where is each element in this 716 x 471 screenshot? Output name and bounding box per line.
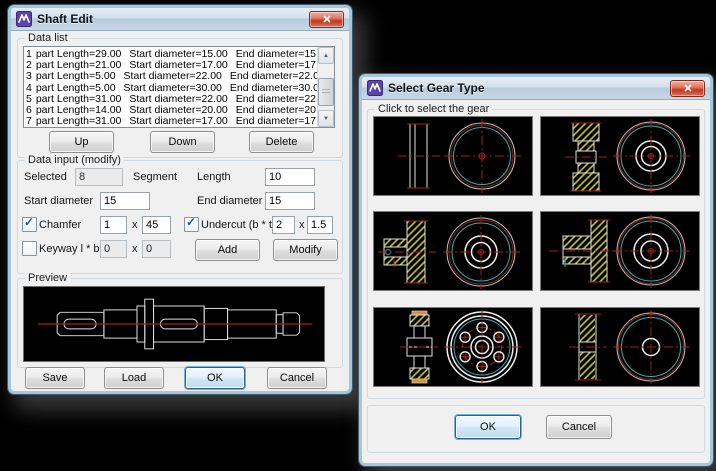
end-diameter-label: End diameter <box>197 195 262 207</box>
keyway-checkbox[interactable] <box>22 241 37 256</box>
shaft-edit-titlebar[interactable]: Shaft Edit <box>11 8 349 31</box>
keyway-value1-field[interactable] <box>100 240 127 258</box>
gear-option-2[interactable] <box>540 116 700 196</box>
plain-gear-with-bore-image <box>541 308 699 386</box>
close-icon[interactable] <box>670 80 705 97</box>
up-button[interactable]: Up <box>49 131 114 153</box>
undercut-label: Undercut (b * t) <box>201 219 276 231</box>
add-button[interactable]: Add <box>195 239 260 261</box>
undercut-value1-field[interactable] <box>272 216 295 234</box>
keyway-value2-field[interactable] <box>142 240 171 258</box>
cancel-button[interactable]: Cancel <box>267 367 327 389</box>
preview-group-label: Preview <box>25 272 70 284</box>
spur-gear-plain-image <box>374 117 532 195</box>
close-icon[interactable] <box>309 11 344 28</box>
scroll-down-icon[interactable]: ▼ <box>318 110 334 127</box>
spur-gear-with-hub-image <box>541 117 699 195</box>
segment-label: Segment <box>133 171 177 183</box>
chamfer-label: Chamfer <box>39 219 81 231</box>
length-label: Length <box>197 171 231 183</box>
gear-option-3[interactable] <box>373 211 533 291</box>
app-icon <box>367 80 383 96</box>
chamfer-value1-field[interactable] <box>100 216 127 234</box>
scroll-up-icon[interactable]: ▲ <box>318 47 334 64</box>
gear-with-bolt-holes-image <box>374 308 532 386</box>
window-title: Shaft Edit <box>37 12 304 26</box>
down-button[interactable]: Down <box>150 131 215 153</box>
ok-button[interactable]: OK <box>185 367 245 389</box>
data-list[interactable]: 1part Length=29.00Start diameter=15.00En… <box>23 46 335 128</box>
scrollbar-thumb[interactable] <box>318 78 334 106</box>
save-button[interactable]: Save <box>25 367 85 389</box>
start-diameter-field[interactable] <box>100 192 150 210</box>
gear-option-5[interactable] <box>373 307 533 387</box>
load-button[interactable]: Load <box>104 367 164 389</box>
data-list-scrollbar[interactable]: ▲ ▼ <box>317 47 334 127</box>
gear-option-4[interactable] <box>540 211 700 291</box>
scrollbar-track[interactable] <box>318 64 334 110</box>
keyway-label: Keyway l * b <box>39 243 100 255</box>
window-title: Select Gear Type <box>388 81 665 95</box>
gear-footer-panel <box>367 405 705 453</box>
gear-select-hint: Click to select the gear <box>375 103 492 115</box>
ok-button[interactable]: OK <box>455 415 521 439</box>
undercut-times-label: x <box>299 219 305 231</box>
undercut-checkbox[interactable] <box>184 217 199 232</box>
undercut-value2-field[interactable] <box>307 216 333 234</box>
start-diameter-label: Start diameter <box>24 195 93 207</box>
data-list-row[interactable]: 7part Length=31.00Start diameter=17.00En… <box>26 116 317 127</box>
modify-button[interactable]: Modify <box>273 239 338 261</box>
desktop-background: Shaft Edit Data list 1part Length=29.00S… <box>0 0 716 471</box>
data-list-group-label: Data list <box>25 32 71 44</box>
keyway-times-label: x <box>132 243 138 255</box>
shaft-edit-window: Shaft Edit Data list 1part Length=29.00S… <box>8 5 352 394</box>
gear-titlebar[interactable]: Select Gear Type <box>362 77 710 100</box>
gear-option-1[interactable] <box>373 116 533 196</box>
flanged-gear-hub-left-image <box>374 212 532 290</box>
chamfer-value2-field[interactable] <box>142 216 171 234</box>
flanged-gear-stepped-hub-image <box>541 212 699 290</box>
data-list-row[interactable]: 3part Length=5.00Start diameter=22.00End… <box>26 71 317 82</box>
chamfer-checkbox[interactable] <box>22 217 37 232</box>
delete-button[interactable]: Delete <box>249 131 314 153</box>
select-gear-type-window: Select Gear Type Click to select the gea… <box>359 74 713 466</box>
data-input-group-label: Data input (modify) <box>25 154 124 166</box>
chamfer-times-label: x <box>132 219 138 231</box>
selected-field[interactable] <box>75 168 123 186</box>
shaft-preview-image <box>23 286 325 362</box>
length-field[interactable] <box>265 168 315 186</box>
app-icon <box>16 11 32 27</box>
end-diameter-field[interactable] <box>265 192 315 210</box>
cancel-button[interactable]: Cancel <box>546 415 612 439</box>
gear-option-6[interactable] <box>540 307 700 387</box>
selected-label: Selected <box>24 171 67 183</box>
